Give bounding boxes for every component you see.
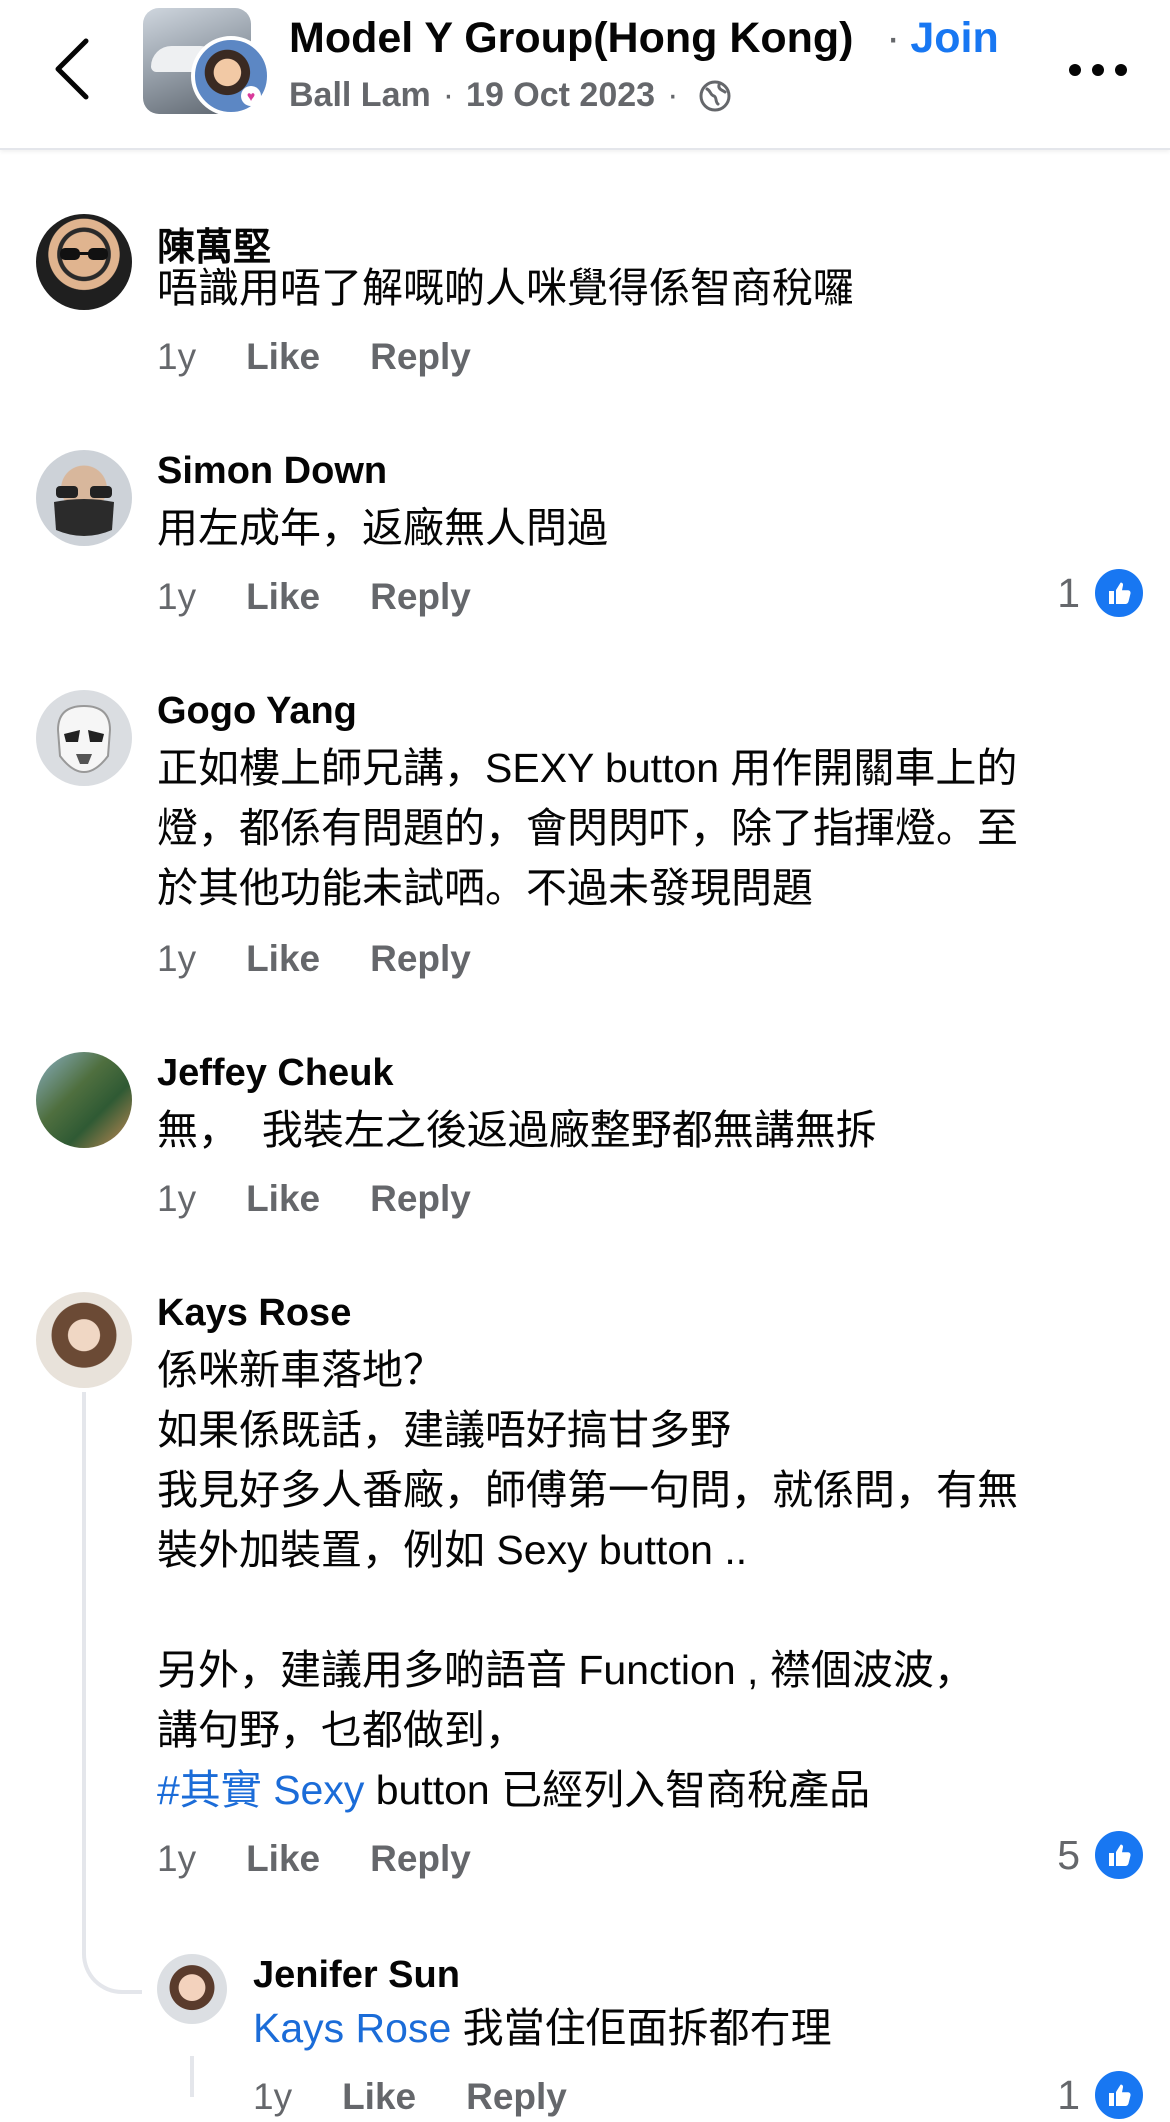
like-button[interactable]: Like [246,938,320,980]
reply-button[interactable]: Reply [370,1178,471,1220]
comment-line: 我見好多人番廠，師傅第一句問，就係問，有無 [157,1467,1018,1513]
comment-time[interactable]: 1y [157,1178,196,1220]
meta-separator: · [442,76,455,114]
join-button[interactable]: Join [910,14,998,62]
comment-actions: 1y Like Reply [157,1178,471,1220]
reply-button[interactable]: Reply [370,336,471,378]
comment-line: 正如樓上師兄講，SEXY button 用作開關車上的 [157,745,1018,791]
meta-separator: · [667,76,679,114]
hashtag-link[interactable]: #其實 Sexy [157,1767,364,1813]
comment-line: 燈，都係有問題的，會閃閃吓，除了指揮燈。至 [157,805,1018,851]
comment-time[interactable]: 1y [157,336,196,378]
commenter-avatar[interactable] [36,1292,132,1388]
like-button[interactable]: Like [246,336,320,378]
comment-text: 用左成年，返廠無人問過 [157,498,1107,558]
thread-line [82,1392,86,1952]
commenter-avatar[interactable] [36,214,132,310]
reaction-count: 1 [1057,569,1080,616]
comment-text: 無， 我裝左之後返過廠整野都無講無拆 [157,1100,1107,1160]
like-button[interactable]: Like [246,1838,320,1880]
reply-button[interactable]: Reply [370,1838,471,1880]
comment-actions: 1y Like Reply [157,336,471,378]
thread-connector [82,1934,142,1994]
like-button[interactable]: Like [246,576,320,618]
reply-button[interactable]: Reply [370,576,471,618]
comment-line [157,1580,1107,1640]
comment-line: 另外，建議用多啲語音 Function , 襟個波波， [157,1647,975,1693]
post-date[interactable]: 19 Oct 2023 [466,76,655,115]
reaction-summary[interactable]: 1 [1057,2068,1146,2122]
post-meta: Ball Lam · 19 Oct 2023 · [289,76,732,115]
comment-line: 無， 我裝左之後返過廠整野都無講無拆 [157,1107,877,1153]
reaction-count: 5 [1057,1831,1080,1878]
comment-line: 裝外加裝置，例如 Sexy button .. [157,1527,748,1573]
commenter-name[interactable]: Jeffey Cheuk [157,1052,394,1095]
commenter-name[interactable]: Gogo Yang [157,690,357,733]
post-header: ♥ Model Y Group(Hong Kong) · Join Ball La… [0,0,1170,150]
comment-actions: 1y Like Reply [157,938,471,980]
comment-line: 係咪新車落地？ [157,1347,444,1393]
group-avatar[interactable]: ♥ [143,8,271,116]
reaction-count: 1 [1057,2071,1080,2118]
comment-text: 係咪新車落地？ 如果係既話，建議唔好搞甘多野 我見好多人番廠，師傅第一句問，就係… [157,1340,1107,1820]
stormtrooper-icon [56,704,112,774]
reaction-summary[interactable]: 1 [1057,566,1146,620]
reaction-summary[interactable]: 5 [1057,1828,1146,1882]
comment-line: 用左成年，返廠無人問過 [157,505,608,551]
comment-line: #其實 Sexy button 已經列入智商稅產品 [157,1760,1107,1820]
comment-text-rest: button 已經列入智商稅產品 [364,1767,871,1813]
reply-text: Kays Rose 我當住佢面拆都冇理 [253,1998,832,2058]
comment-line: 唔識用唔了解嘅啲人咪覺得係智商稅囉 [157,265,854,311]
reply-button[interactable]: Reply [370,938,471,980]
comment-actions: 1y Like Reply [157,576,471,618]
comment-text: 唔識用唔了解嘅啲人咪覺得係智商稅囉 [157,258,1107,318]
post-author[interactable]: Ball Lam [289,76,431,115]
reply-thread-line [190,2056,194,2097]
globe-icon [699,80,731,111]
comment-time[interactable]: 1y [157,576,196,618]
commenter-avatar[interactable] [36,450,132,546]
author-avatar[interactable] [191,36,271,116]
comment-line: 如果係既話，建議唔好搞甘多野 [157,1407,731,1453]
like-reaction-icon [1092,566,1146,620]
more-options-button[interactable] [1062,42,1134,98]
commenter-avatar[interactable] [36,690,132,786]
comment-time[interactable]: 1y [157,938,196,980]
mention-link[interactable]: Kays Rose [253,2005,451,2051]
sunglasses-icon [60,248,108,260]
like-reaction-icon [1092,2068,1146,2122]
heart-badge-icon: ♥ [241,86,261,106]
chevron-left-icon [55,38,89,100]
like-reaction-icon [1092,1828,1146,1882]
comment-time[interactable]: 1y [157,1838,196,1880]
commenter-name[interactable]: Kays Rose [157,1292,351,1335]
join-area: · Join [886,14,999,63]
reply-text-rest: 我當住佢面拆都冇理 [451,2005,832,2051]
replier-name[interactable]: Jenifer Sun [253,1954,460,1997]
comment-text: 正如樓上師兄講，SEXY button 用作開關車上的 燈，都係有問題的，會閃閃… [157,738,1107,918]
replier-avatar[interactable] [157,1954,227,2024]
reply-actions: 1y Like Reply [253,2076,567,2118]
back-button[interactable] [42,32,102,106]
commenter-avatar[interactable] [36,1052,132,1148]
comment-actions: 1y Like Reply [157,1838,471,1880]
commenter-name[interactable]: Simon Down [157,450,387,493]
face-mask-icon [54,486,114,536]
group-name[interactable]: Model Y Group(Hong Kong) [289,14,854,63]
like-button[interactable]: Like [246,1178,320,1220]
comment-line: 於其他功能未試哂。不過未發現問題 [157,865,813,911]
comment-line: 講句野，乜都做到， [157,1707,526,1753]
more-horizontal-icon [1069,64,1127,76]
header-dot: · [886,14,901,62]
